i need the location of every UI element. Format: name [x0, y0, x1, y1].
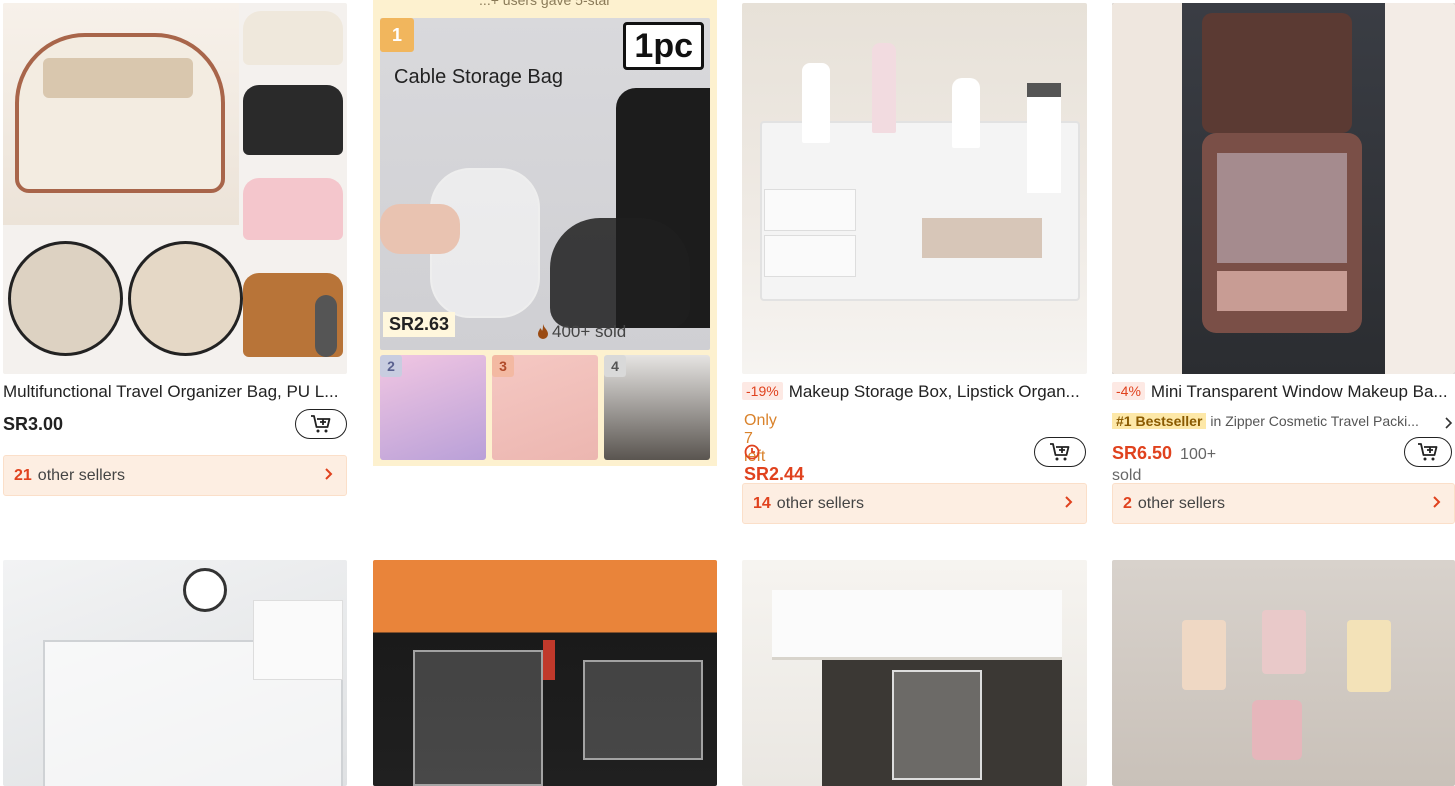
promo-main-image[interactable]: 1 1pc Cable Storage Bag	[380, 18, 710, 350]
add-to-cart-button[interactable]	[295, 409, 347, 439]
product-image-acrylic-lipstick-organizer[interactable]	[373, 560, 717, 786]
add-to-cart-button[interactable]	[1034, 437, 1086, 467]
rank-badge: 1	[380, 18, 414, 52]
add-to-cart-icon	[1418, 443, 1438, 461]
product-image-mini-makeup-bag[interactable]	[1112, 3, 1455, 374]
discount-badge: -19%	[742, 382, 783, 400]
promo-image-label: Cable Storage Bag	[394, 66, 564, 88]
rank-badge: 4	[604, 355, 626, 377]
bestseller-row[interactable]: #1 Bestseller in Zipper Cosmetic Travel P…	[1112, 413, 1453, 429]
product-title-text: Mini Transparent Window Makeup Ba...	[1150, 382, 1448, 401]
product-price: SR2.44	[744, 443, 804, 485]
promo-rating-text: ...+ users gave 5-star	[479, 0, 611, 8]
other-sellers-button[interactable]: 21 other sellers	[3, 455, 347, 496]
quantity-badge: 1pc	[623, 22, 704, 70]
rank-badge: 3	[492, 355, 514, 377]
product-title[interactable]: Multifunctional Travel Organizer Bag, PU…	[3, 382, 348, 402]
other-sellers-button[interactable]: 14 other sellers	[742, 483, 1087, 524]
chevron-right-icon	[1445, 417, 1453, 429]
promo-thumb-3[interactable]: 3	[492, 355, 598, 460]
add-to-cart-icon	[311, 415, 331, 433]
product-price-text: SR6.50	[1112, 443, 1173, 463]
product-price: SR3.00	[3, 414, 64, 434]
add-to-cart-icon	[1050, 443, 1070, 461]
product-title[interactable]: -19% Makeup Storage Box, Lipstick Organ..…	[742, 382, 1087, 402]
fire-icon	[538, 324, 548, 339]
product-image-perfume-display-stand[interactable]	[1112, 560, 1455, 786]
product-title[interactable]: -4% Mini Transparent Window Makeup Ba...	[1112, 382, 1455, 402]
sellers-count: 21	[14, 466, 32, 484]
promo-price: SR2.63	[383, 312, 456, 337]
product-image-drawer-organizer[interactable]	[3, 560, 347, 786]
sellers-label: other sellers	[1137, 494, 1226, 512]
chevron-right-icon	[1065, 496, 1073, 508]
discount-badge: -4%	[1112, 382, 1145, 400]
bestseller-category: in Zipper Cosmetic Travel Packi...	[1210, 413, 1419, 429]
chevron-right-icon	[1433, 496, 1441, 508]
promo-sold-count: 400+ sold	[537, 322, 626, 342]
chevron-right-icon	[325, 468, 333, 480]
sellers-label: other sellers	[37, 466, 125, 484]
bestseller-badge: #1 Bestseller	[1112, 413, 1207, 429]
sellers-count: 14	[753, 494, 771, 512]
sellers-label: other sellers	[776, 494, 864, 512]
promo-sold-text: 400+ sold	[552, 322, 627, 341]
clock-icon	[744, 444, 760, 460]
other-sellers-button[interactable]: 2 other sellers	[1112, 483, 1455, 524]
promo-card-cable-storage-bag[interactable]: ...+ users gave 5-star 1 1pc Cable Stora…	[373, 0, 717, 466]
product-title-text: Makeup Storage Box, Lipstick Organ...	[788, 382, 1080, 401]
sellers-count: 2	[1123, 494, 1132, 512]
promo-thumb-2[interactable]: 2	[380, 355, 486, 460]
product-price: SR6.50 100+ sold	[1112, 443, 1216, 485]
product-image-cabinet-hair-dryer-holder[interactable]	[742, 560, 1087, 786]
promo-thumb-4[interactable]: 4	[604, 355, 710, 460]
product-image-travel-organizer[interactable]	[3, 3, 347, 374]
product-price-text: SR2.44	[744, 464, 805, 484]
add-to-cart-button[interactable]	[1404, 437, 1452, 467]
product-image-makeup-storage-box[interactable]	[742, 3, 1087, 374]
rank-badge: 2	[380, 355, 402, 377]
